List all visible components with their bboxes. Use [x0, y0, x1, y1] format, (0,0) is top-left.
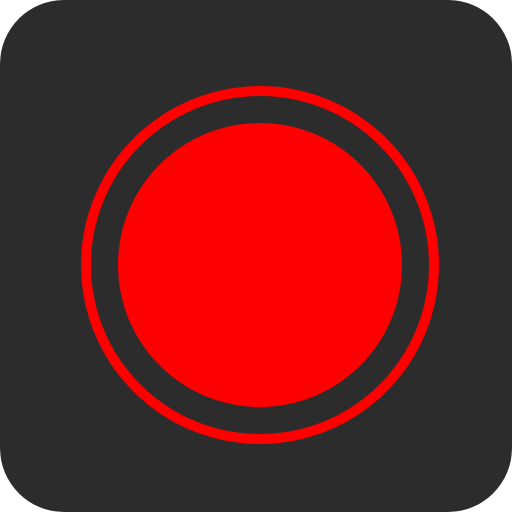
- record-app-icon[interactable]: [0, 0, 512, 512]
- record-inner-dot: [118, 123, 402, 407]
- record-button-icon: [0, 0, 512, 512]
